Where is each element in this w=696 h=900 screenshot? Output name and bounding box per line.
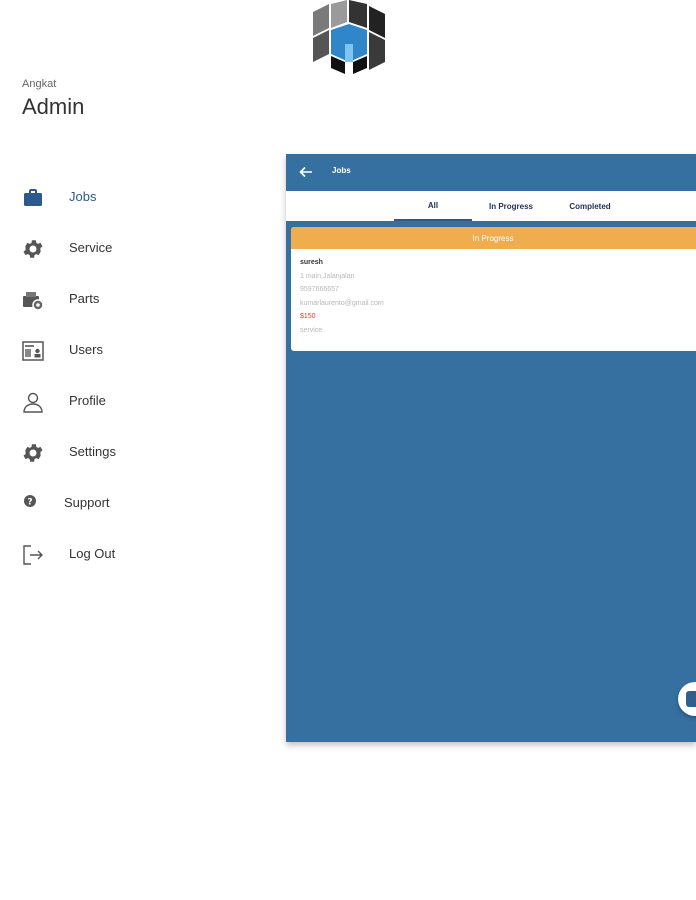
add-job-button[interactable] (678, 682, 696, 716)
back-arrow-icon[interactable] (298, 164, 314, 180)
help-icon: ? (21, 492, 45, 516)
tab-completed[interactable]: Completed (550, 191, 630, 221)
tab-in-progress[interactable]: In Progress (472, 191, 550, 221)
menu-item-support[interactable]: ? Support (0, 478, 260, 528)
menu-label: Profile (69, 393, 106, 408)
menu-item-settings[interactable]: Settings (0, 427, 260, 477)
user-role: Admin (22, 94, 85, 119)
menu-label: Parts (69, 291, 100, 306)
customer-phone: 9597666657 (300, 286, 339, 293)
app-screen: Jobs All In Progress Completed In Progre… (286, 154, 696, 742)
menu-item-profile[interactable]: Profile (0, 376, 260, 426)
logout-icon (21, 543, 45, 567)
job-price: $150 (300, 313, 316, 320)
users-icon (21, 339, 45, 363)
menu-label: Jobs (69, 189, 97, 204)
tab-all[interactable]: All (394, 191, 472, 221)
briefcase-icon (21, 186, 45, 210)
person-icon (21, 390, 45, 414)
job-tabs: All In Progress Completed (286, 191, 696, 221)
menu-item-jobs[interactable]: Jobs (0, 172, 260, 222)
menu-label: Service (69, 240, 113, 255)
menu-label: Settings (69, 444, 116, 459)
status-badge: In Progress (291, 227, 696, 249)
app-bar: Jobs (286, 154, 696, 190)
org-name: Angkat (22, 78, 57, 90)
gear-icon (21, 441, 45, 465)
menu-item-logout[interactable]: Log Out (0, 529, 260, 579)
job-type: service (300, 326, 323, 334)
menu-label: Log Out (69, 546, 116, 561)
customer-address: 1 main,Jalanjalan (300, 272, 355, 280)
svg-text:?: ? (27, 498, 32, 508)
gear-icon (21, 237, 45, 261)
menu-item-service[interactable]: Service (0, 223, 260, 273)
brand-header: Angkat Admin (22, 78, 84, 120)
add-icon (686, 691, 696, 707)
menu-item-parts[interactable]: Parts (0, 274, 260, 324)
menu-label: Users (69, 342, 103, 357)
customer-email: kumarlaurento@gmail.com (300, 299, 384, 307)
cube-logo-icon (309, 0, 389, 74)
menu-item-users[interactable]: Users (0, 325, 260, 375)
page-title: Jobs (332, 166, 351, 175)
menu-label: Support (64, 495, 110, 510)
parts-icon (21, 288, 45, 312)
customer-name: suresh (300, 259, 323, 266)
job-card[interactable]: In Progress suresh 1 main,Jalanjalan 959… (291, 227, 696, 351)
